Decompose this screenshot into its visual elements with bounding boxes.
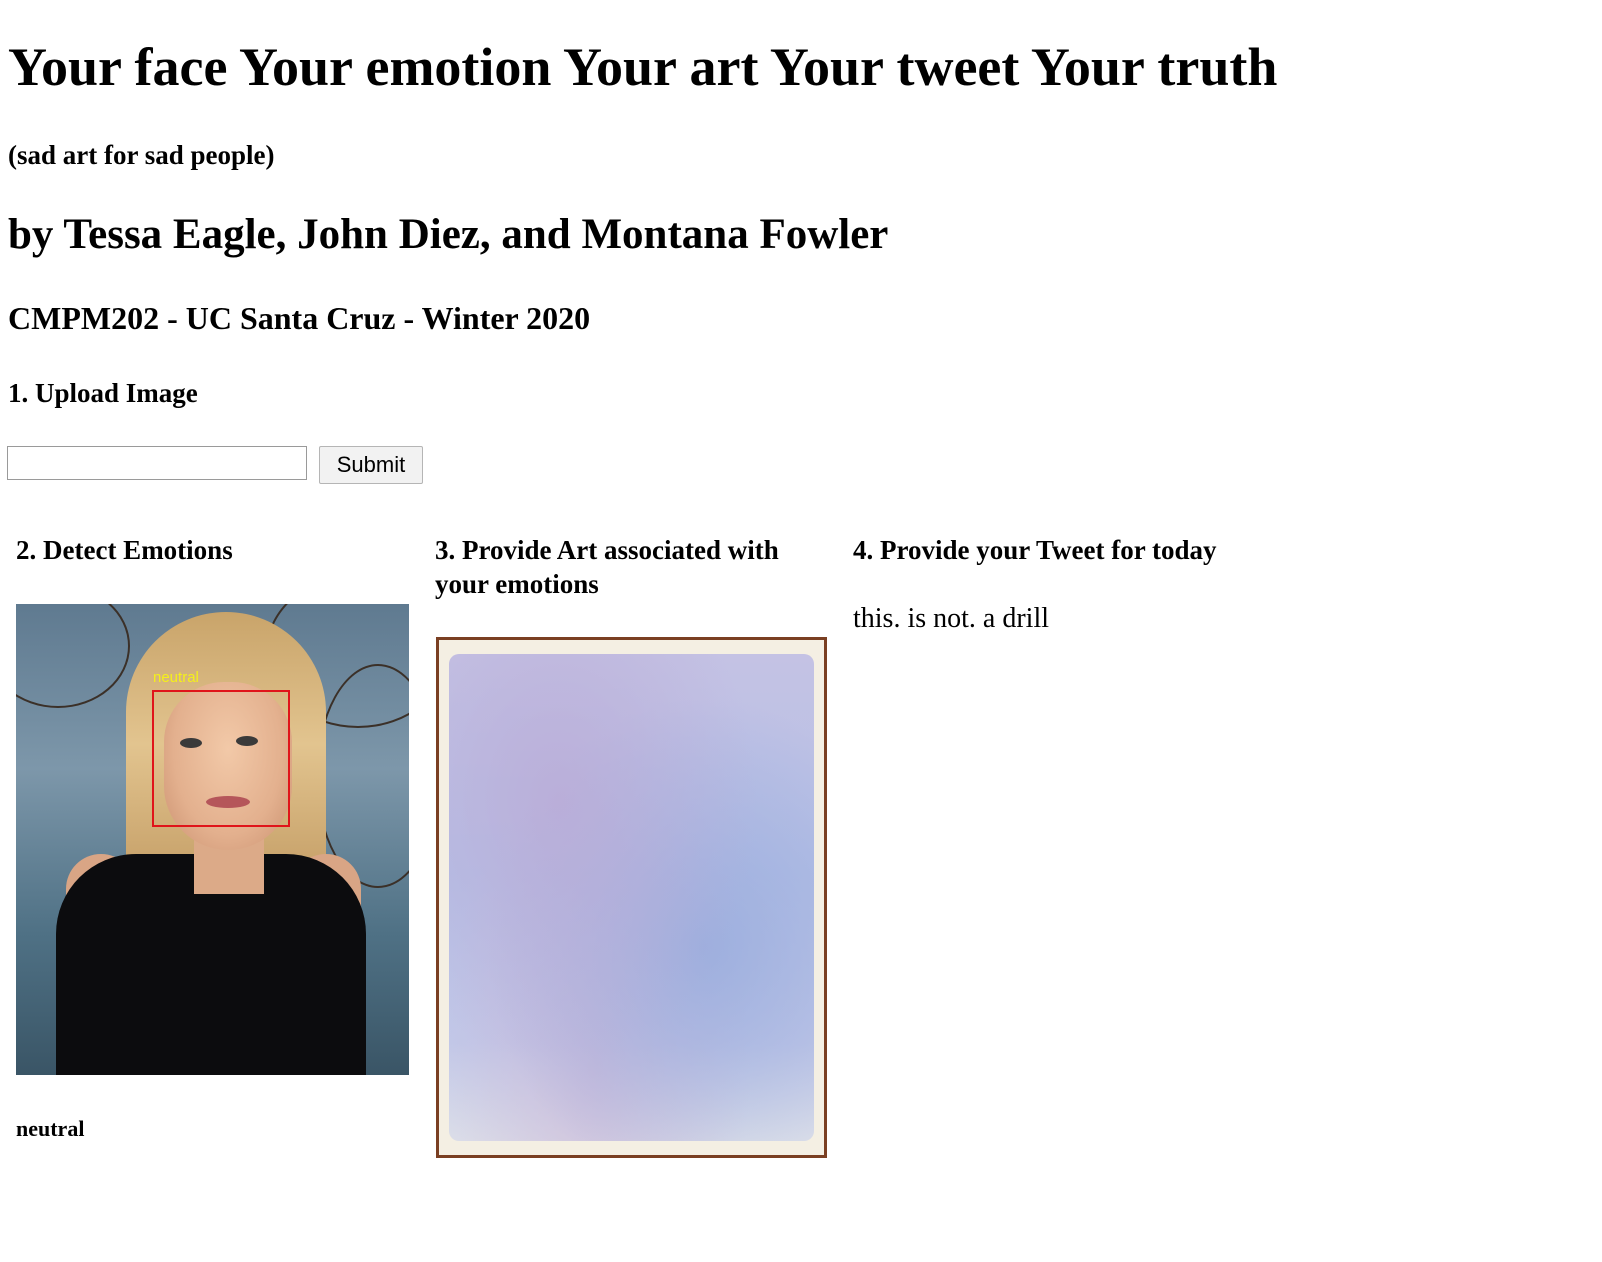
course-heading: CMPM202 - UC Santa Cruz - Winter 2020 <box>8 300 591 336</box>
uploaded-face-photo <box>16 604 409 1075</box>
image-url-input[interactable] <box>7 446 307 480</box>
provide-tweet-heading: 4. Provide your Tweet for today <box>853 535 1217 565</box>
detected-emotion-text: neutral <box>16 1116 85 1141</box>
submit-button[interactable]: Submit <box>319 446 423 484</box>
upload-heading: 1. Upload Image <box>8 378 198 408</box>
page-subtitle: (sad art for sad people) <box>8 140 275 170</box>
authors-heading: by Tessa Eagle, John Diez, and Montana F… <box>8 211 889 258</box>
emotion-artwork-image <box>436 637 827 1158</box>
page: Your face Your emotion Your art Your twe… <box>0 0 1602 1262</box>
page-title: Your face Your emotion Your art Your twe… <box>8 37 1278 97</box>
face-emotion-label: neutral <box>153 669 199 686</box>
detect-emotions-heading: 2. Detect Emotions <box>16 535 233 565</box>
provide-art-heading: 3. Provide Art associated with your emot… <box>435 535 779 599</box>
tweet-text: this. is not. a drill <box>853 603 1049 634</box>
face-detection-box <box>152 690 290 827</box>
